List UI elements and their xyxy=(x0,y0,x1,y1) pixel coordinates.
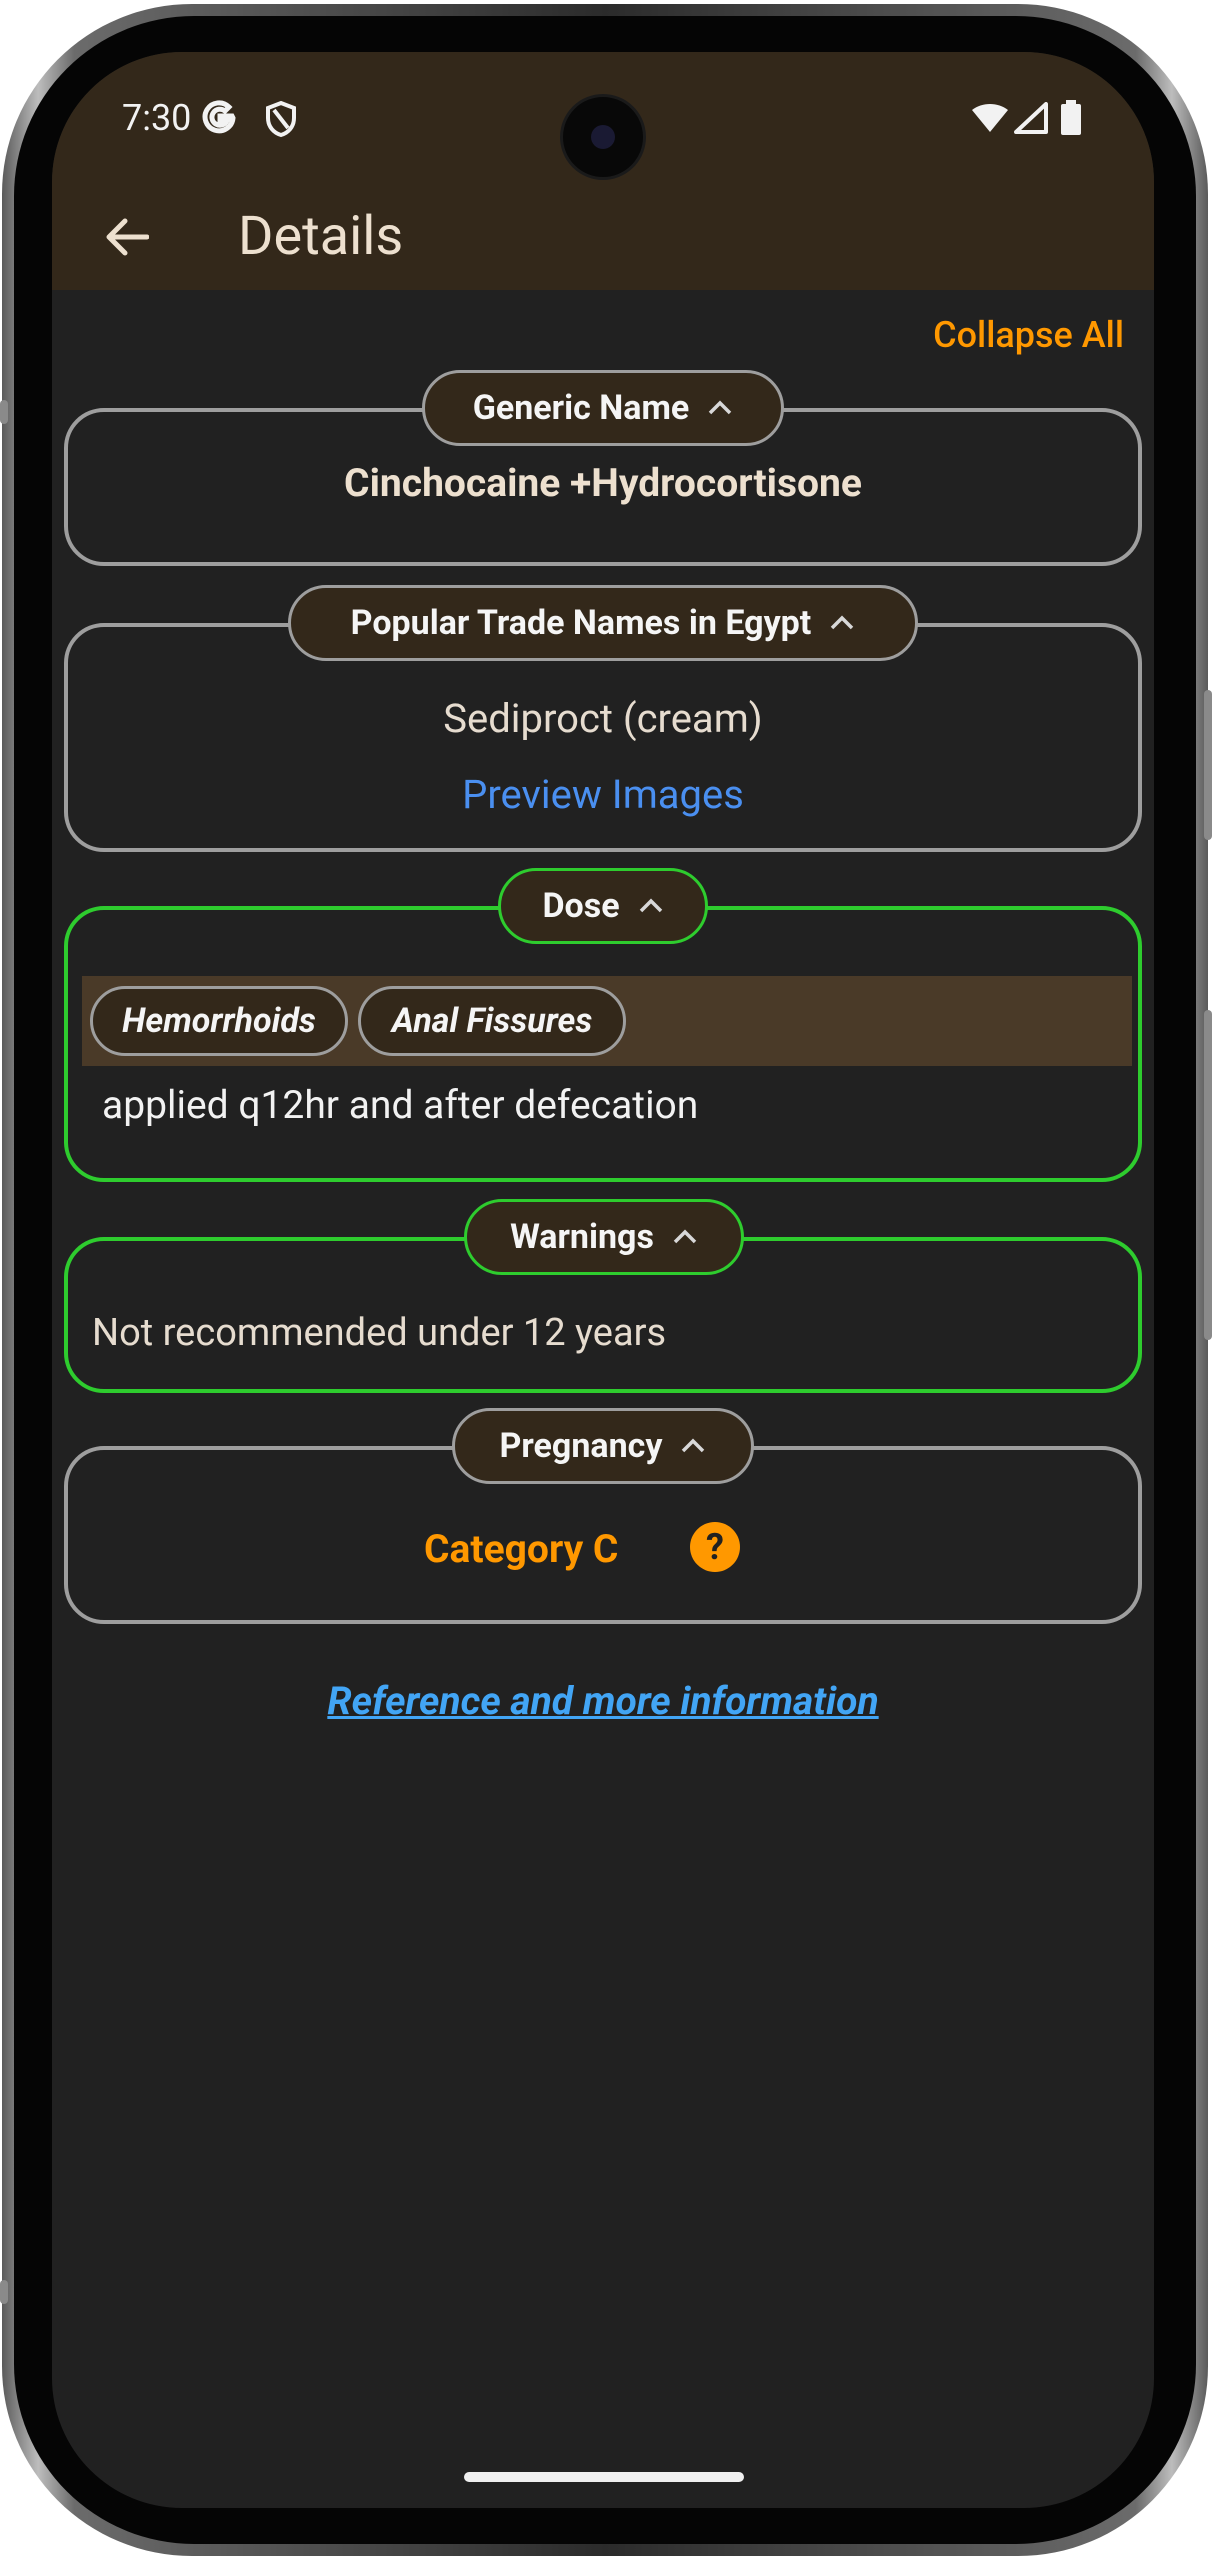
help-icon[interactable]: ? xyxy=(690,1522,740,1572)
pregnancy-label: Pregnancy xyxy=(499,1426,663,1466)
volume-button xyxy=(1204,690,1212,840)
generic-name-value: Cinchocaine +Hydrocortisone xyxy=(344,460,862,506)
warnings-toggle[interactable]: Warnings xyxy=(464,1199,744,1275)
dose-label: Dose xyxy=(542,886,620,926)
left-frame-mark-bottom xyxy=(0,2280,8,2304)
phone-frame: 7:30 Details Collapse All Cinchocaine +H… xyxy=(0,0,1212,2560)
trade-names-label: Popular Trade Names in Egypt xyxy=(350,603,812,643)
generic-name-toggle[interactable]: Generic Name xyxy=(422,370,784,446)
signal-icon xyxy=(1014,102,1048,138)
status-time: 7:30 xyxy=(122,97,192,139)
trade-names-toggle[interactable]: Popular Trade Names in Egypt xyxy=(288,585,918,661)
chevron-up-icon xyxy=(673,1229,697,1244)
collapse-all-button[interactable]: Collapse All xyxy=(933,314,1124,356)
app-bar: 7:30 Details xyxy=(52,52,1154,290)
power-button xyxy=(1204,1010,1212,1340)
chevron-up-icon xyxy=(639,898,662,913)
pregnancy-toggle[interactable]: Pregnancy xyxy=(452,1408,754,1484)
warnings-value: Not recommended under 12 years xyxy=(92,1311,667,1355)
warnings-label: Warnings xyxy=(510,1217,654,1257)
tag-hemorrhoids[interactable]: Hemorrhoids xyxy=(90,986,348,1056)
google-icon xyxy=(202,100,238,140)
reference-link[interactable]: Reference and more information xyxy=(52,1678,1154,1724)
page-title: Details xyxy=(238,205,404,268)
chevron-up-icon xyxy=(831,615,854,630)
back-button[interactable] xyxy=(92,202,162,272)
front-camera xyxy=(560,94,646,180)
chevron-up-icon xyxy=(709,400,732,415)
arrow-left-icon xyxy=(106,218,149,256)
preview-images-link[interactable]: Preview Images xyxy=(68,771,1138,818)
indication-tags-bar: Hemorrhoids Anal Fissures xyxy=(82,976,1132,1066)
pregnancy-value: Category C xyxy=(424,1526,619,1572)
wifi-icon xyxy=(970,102,1010,138)
left-frame-mark xyxy=(0,400,8,424)
screen: 7:30 Details Collapse All Cinchocaine +H… xyxy=(52,52,1154,2508)
dose-card: Hemorrhoids Anal Fissures applied q12hr … xyxy=(64,906,1142,1182)
generic-name-label: Generic Name xyxy=(472,388,690,428)
dose-value: applied q12hr and after defecation xyxy=(102,1082,699,1128)
home-indicator[interactable] xyxy=(464,2472,744,2482)
tag-anal-fissures[interactable]: Anal Fissures xyxy=(358,986,626,1056)
shield-icon xyxy=(264,100,298,142)
chevron-up-icon xyxy=(682,1438,705,1453)
battery-icon xyxy=(1060,100,1082,140)
trade-name-value: Sediproct (cream) xyxy=(443,695,763,742)
dose-toggle[interactable]: Dose xyxy=(498,868,708,944)
